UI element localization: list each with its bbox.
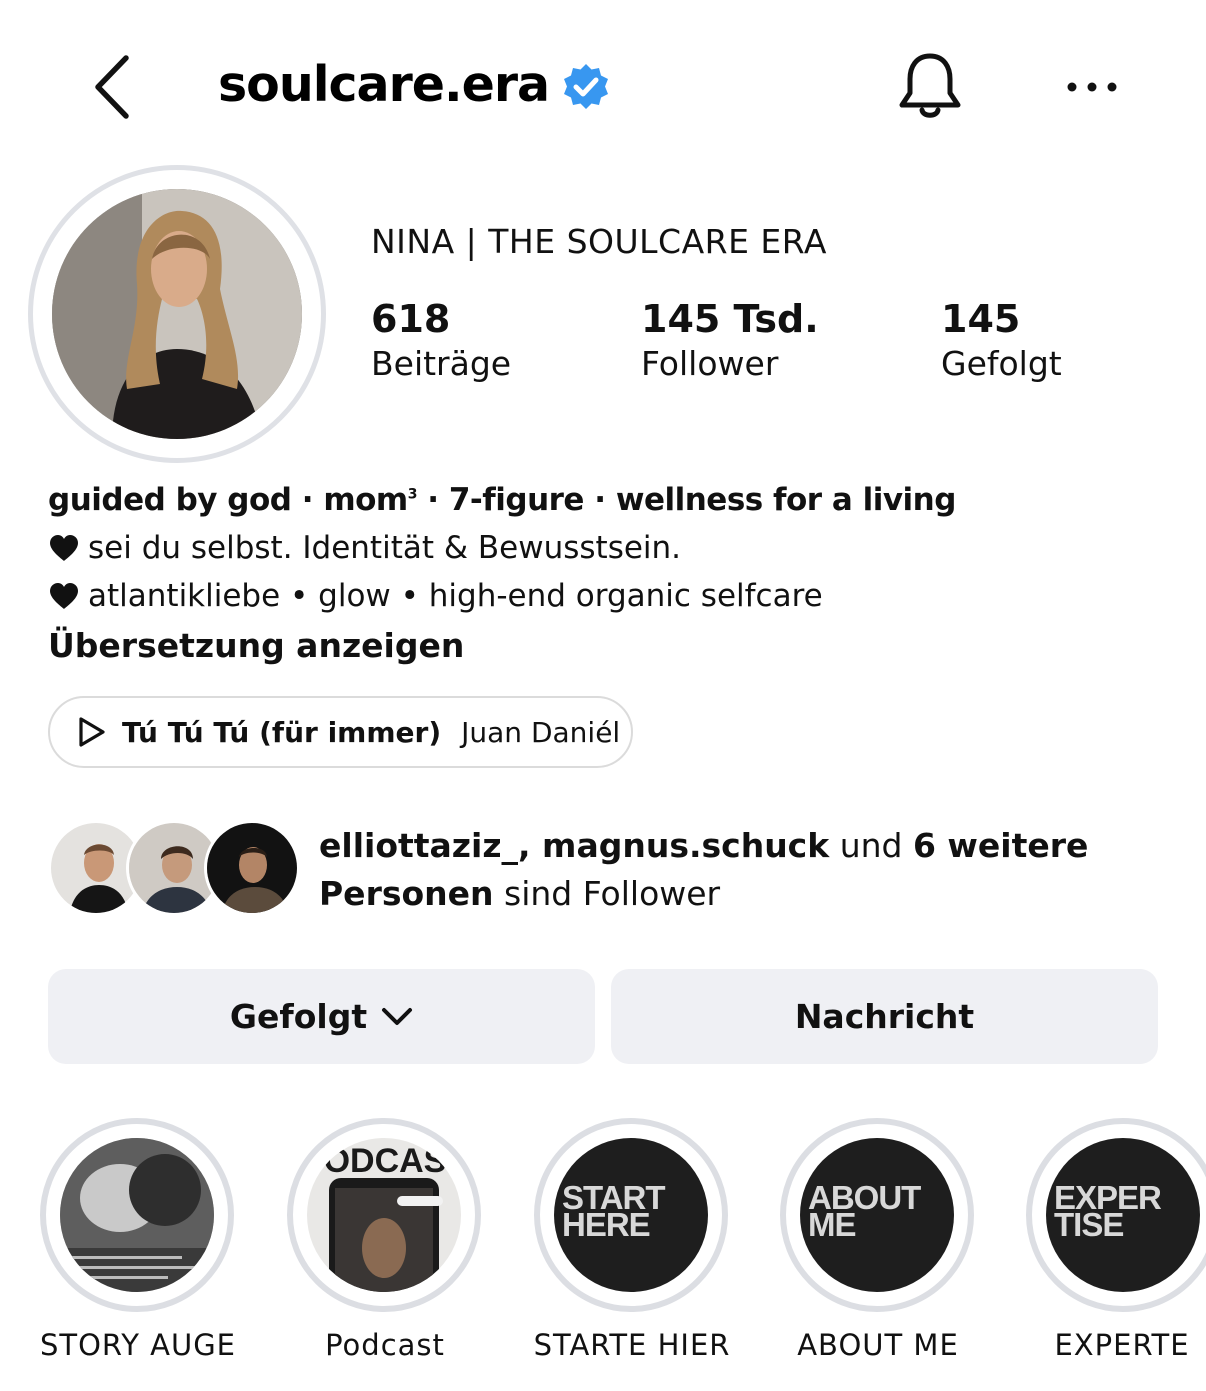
bio-line-2-text: sei du selbst. Identität & Bewusstsein. (88, 530, 682, 566)
mutual-followers-avatars[interactable] (48, 820, 300, 918)
highlight-experte[interactable]: EXPER TISE EXPERTE (1010, 1118, 1206, 1362)
highlight-label: STARTE HIER (533, 1328, 731, 1362)
highlight-cover: EXPER TISE (1046, 1138, 1200, 1292)
highlight-ring: PODCAST (287, 1118, 481, 1312)
bell-icon[interactable] (895, 50, 965, 124)
highlight-starte-hier[interactable]: START HERE STARTE HIER (534, 1118, 730, 1362)
stat-followers[interactable]: 145 Tsd. Follower (641, 298, 819, 384)
avatar-photo (52, 189, 302, 439)
bio-line-1-a: guided by god · mom (48, 482, 408, 518)
mutual-more: 6 weitere (912, 826, 1089, 865)
highlight-label: STORY AUGE (39, 1328, 237, 1362)
following-button[interactable]: Gefolgt (48, 969, 595, 1064)
highlight-ring: ABOUT ME (780, 1118, 974, 1312)
show-translation-link[interactable]: Übersetzung anzeigen (48, 626, 464, 665)
bio-line-3-text: atlantikliebe • glow • high-end organic … (88, 578, 823, 614)
stat-following[interactable]: 145 Gefolgt (941, 298, 1062, 384)
more-icon[interactable] (1062, 74, 1122, 100)
bio-line-1-b: · 7-figure · wellness for a living (416, 482, 956, 518)
stat-following-value: 145 (941, 297, 1021, 341)
back-icon[interactable] (88, 52, 138, 122)
heart-icon (50, 583, 78, 609)
following-button-label: Gefolgt (229, 997, 368, 1036)
heart-icon (50, 535, 78, 561)
mutual-people: Personen (319, 874, 494, 913)
highlight-cover-text: START HERE (562, 1179, 666, 1243)
bio-line-2: sei du selbst. Identität & Bewusstsein. (48, 530, 1148, 566)
highlight-label: ABOUT ME (797, 1328, 959, 1362)
mutual-followers-text[interactable]: elliottaziz_, magnus.schuck und 6 weiter… (319, 822, 1179, 918)
stat-followers-value: 145 Tsd. (641, 297, 819, 341)
song-artist: Juan Daniél (461, 715, 621, 749)
highlight-cover: PODCAST (307, 1138, 461, 1292)
highlight-story-auge[interactable]: STORY AUGE (40, 1118, 236, 1362)
bio-line-1: guided by god · mom3 · 7-figure · wellne… (48, 482, 1148, 518)
highlight-label: Podcast (325, 1328, 445, 1362)
song-title: Tú Tú Tú (für immer) (122, 715, 442, 749)
message-button[interactable]: Nachricht (611, 969, 1158, 1064)
highlight-cover: ABOUT ME (800, 1138, 954, 1292)
highlight-cover: START HERE (554, 1138, 708, 1292)
highlight-cover-text: EXPER TISE (1054, 1179, 1162, 1243)
username: soulcare.era (218, 56, 550, 113)
avatar (204, 820, 300, 916)
mutual-names: elliottaziz_, magnus.schuck (319, 826, 830, 865)
stat-following-label: Gefolgt (941, 344, 1062, 383)
highlight-ring (40, 1118, 234, 1312)
mutual-connector: und (829, 826, 913, 865)
stat-posts-value: 618 (371, 297, 451, 341)
highlight-cover-text: ABOUT ME (808, 1179, 921, 1243)
play-icon (79, 717, 105, 747)
bio-superscript: 3 (407, 486, 418, 503)
highlight-ring: EXPER TISE (1026, 1118, 1206, 1312)
stat-followers-label: Follower (641, 344, 779, 383)
message-button-label: Nachricht (794, 997, 975, 1036)
profile-username-header: soulcare.era (218, 56, 611, 113)
highlight-label: EXPERTE (1054, 1328, 1190, 1362)
highlight-about-me[interactable]: ABOUT ME ABOUT ME (780, 1118, 976, 1362)
profile-music-button[interactable]: Tú Tú Tú (für immer) Juan Daniél (48, 696, 633, 768)
mutual-suffix: sind Follower (493, 874, 721, 913)
highlight-cover (60, 1138, 214, 1292)
podcast-cover-text: PODCAST (307, 1142, 461, 1180)
verified-badge-icon (564, 63, 609, 109)
chevron-down-icon (382, 1007, 413, 1025)
stat-posts[interactable]: 618 Beiträge (371, 298, 511, 384)
profile-avatar[interactable] (28, 165, 326, 463)
highlight-ring: START HERE (534, 1118, 728, 1312)
highlight-podcast[interactable]: PODCAST Podcast (287, 1118, 483, 1362)
bio-line-3: atlantikliebe • glow • high-end organic … (48, 578, 1148, 614)
stat-posts-label: Beiträge (371, 344, 512, 383)
profile-full-name: NINA | THE SOULCARE ERA (371, 222, 827, 261)
